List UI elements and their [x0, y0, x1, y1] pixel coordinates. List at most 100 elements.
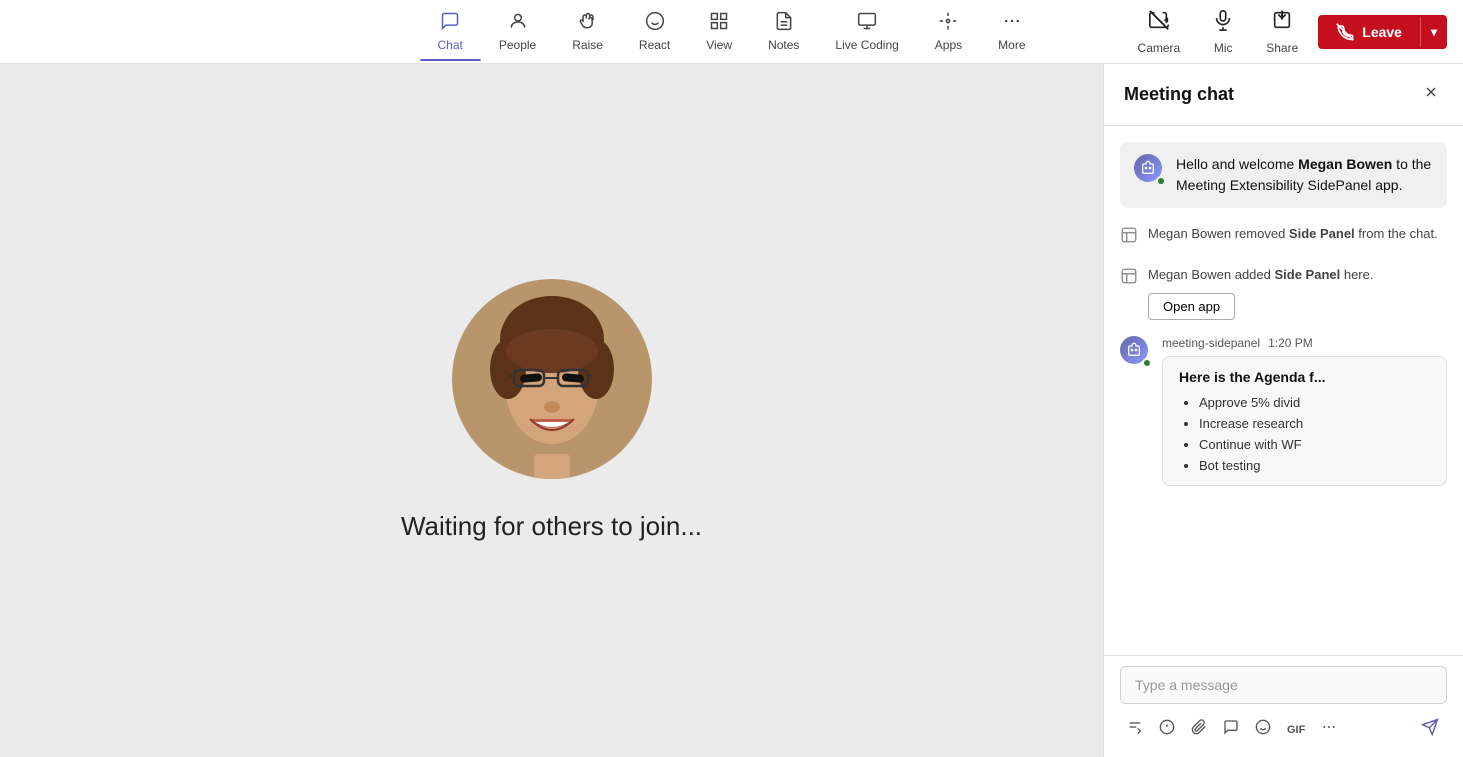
more-icon — [1002, 11, 1022, 34]
leave-label: Leave — [1362, 24, 1402, 40]
tab-apps-label: Apps — [935, 38, 962, 52]
important-button[interactable] — [1152, 713, 1182, 746]
tab-raise-label: Raise — [572, 38, 603, 52]
apps-icon — [938, 11, 958, 34]
agenda-card: Here is the Agenda f... Approve 5% divid… — [1162, 356, 1447, 486]
notes-icon — [774, 11, 794, 34]
tab-view-label: View — [706, 38, 732, 52]
side-panel-name-2: Side Panel — [1274, 267, 1340, 282]
leave-chevron[interactable]: ▾ — [1420, 17, 1447, 47]
welcome-text: Hello and welcome Megan Bowen to the Mee… — [1176, 154, 1433, 196]
emoji-button[interactable] — [1248, 713, 1278, 746]
livecoding-icon — [857, 11, 877, 34]
system-removed-text: Megan Bowen removed Side Panel from the … — [1148, 224, 1438, 244]
agenda-card-title: Here is the Agenda f... — [1179, 369, 1430, 385]
camera-button[interactable]: Camera — [1126, 3, 1193, 61]
chat-header: Meeting chat — [1104, 64, 1463, 126]
system-icon-added — [1120, 267, 1138, 290]
people-icon — [508, 11, 528, 34]
format-button[interactable] — [1120, 713, 1150, 746]
camera-label: Camera — [1138, 41, 1181, 55]
mic-button[interactable]: Mic — [1200, 3, 1246, 61]
list-item: Increase research — [1199, 416, 1430, 431]
share-label: Share — [1266, 41, 1298, 55]
agenda-bot-icon — [1126, 342, 1142, 358]
message-input-placeholder[interactable]: Type a message — [1120, 666, 1447, 704]
agenda-bot-avatar — [1120, 336, 1152, 368]
agenda-meta: meeting-sidepanel 1:20 PM Here is the Ag… — [1162, 336, 1447, 486]
react-icon — [645, 11, 665, 34]
nav-tabs: Chat People Raise — [419, 3, 1043, 60]
agenda-meta-row: meeting-sidepanel 1:20 PM — [1162, 336, 1447, 350]
close-icon — [1423, 84, 1439, 100]
send-icon — [1421, 718, 1439, 736]
list-item: Approve 5% divid — [1199, 395, 1430, 410]
avatar-image — [452, 279, 652, 479]
top-bar: Chat People Raise — [0, 0, 1463, 64]
format-icon — [1127, 719, 1143, 735]
attach-button[interactable] — [1184, 713, 1214, 746]
tab-people[interactable]: People — [481, 3, 554, 60]
agenda-list: Approve 5% divid Increase research Conti… — [1179, 395, 1430, 473]
chat-input-area: Type a message — [1104, 655, 1463, 757]
tab-more-label: More — [998, 38, 1025, 52]
bot-avatar — [1134, 154, 1166, 186]
tab-react-label: React — [639, 38, 670, 52]
view-icon — [709, 11, 729, 34]
video-area: Waiting for others to join... — [0, 64, 1103, 757]
emoji-icon — [1255, 719, 1271, 735]
tab-notes[interactable]: Notes — [750, 3, 817, 60]
tab-chat[interactable]: Chat — [419, 3, 480, 60]
more-tools-icon — [1321, 719, 1337, 735]
open-app-button[interactable]: Open app — [1148, 293, 1235, 320]
camera-icon — [1148, 9, 1170, 37]
chat-panel: Meeting chat — [1103, 64, 1463, 757]
close-chat-button[interactable] — [1419, 80, 1443, 109]
system-message-added: Megan Bowen added Side Panel here. Open … — [1120, 265, 1447, 320]
agenda-status-dot — [1142, 358, 1152, 368]
tab-livecoding-label: Live Coding — [835, 38, 898, 52]
agenda-sender: meeting-sidepanel — [1162, 336, 1260, 350]
main-content: Waiting for others to join... Meeting ch… — [0, 64, 1463, 757]
leave-button[interactable]: Leave ▾ — [1318, 15, 1447, 49]
important-icon — [1159, 719, 1175, 735]
system-added-content: Megan Bowen added Side Panel here. Open … — [1148, 265, 1373, 320]
bot-icon — [1140, 160, 1156, 176]
tab-react[interactable]: React — [621, 3, 688, 60]
agenda-time: 1:20 PM — [1268, 336, 1313, 350]
app-icon — [1120, 226, 1138, 244]
app-add-icon — [1120, 267, 1138, 285]
chat-tool-icons: GIF — [1120, 713, 1344, 746]
participant-avatar — [452, 279, 652, 479]
chat-title: Meeting chat — [1124, 84, 1234, 105]
tab-view[interactable]: View — [688, 3, 750, 60]
waiting-text: Waiting for others to join... — [401, 511, 702, 542]
tab-chat-label: Chat — [437, 38, 462, 52]
phone-icon — [1336, 23, 1354, 41]
gif-button[interactable]: GIF — [1280, 713, 1312, 746]
status-dot — [1156, 176, 1166, 186]
meet-icon — [1223, 719, 1239, 735]
side-panel-name-1: Side Panel — [1289, 226, 1355, 241]
chat-toolbar: GIF — [1120, 712, 1447, 747]
send-button[interactable] — [1413, 712, 1447, 747]
tab-people-label: People — [499, 38, 536, 52]
share-button[interactable]: Share — [1254, 3, 1310, 61]
chat-icon — [440, 11, 460, 34]
system-icon-removed — [1120, 226, 1138, 249]
tab-notes-label: Notes — [768, 38, 799, 52]
tab-livecoding[interactable]: Live Coding — [817, 3, 916, 60]
more-tools-button[interactable] — [1314, 713, 1344, 746]
list-item: Continue with WF — [1199, 437, 1430, 452]
agenda-section: meeting-sidepanel 1:20 PM Here is the Ag… — [1120, 336, 1447, 486]
system-added-text: Megan Bowen added Side Panel here. — [1148, 265, 1373, 285]
attach-icon — [1191, 719, 1207, 735]
raise-icon — [578, 11, 598, 34]
leave-btn-main[interactable]: Leave — [1318, 15, 1420, 49]
top-bar-right: Camera Mic — [1126, 3, 1447, 61]
share-icon — [1271, 9, 1293, 37]
tab-more[interactable]: More — [980, 3, 1043, 60]
tab-apps[interactable]: Apps — [917, 3, 980, 60]
meet-button[interactable] — [1216, 713, 1246, 746]
tab-raise[interactable]: Raise — [554, 3, 621, 60]
